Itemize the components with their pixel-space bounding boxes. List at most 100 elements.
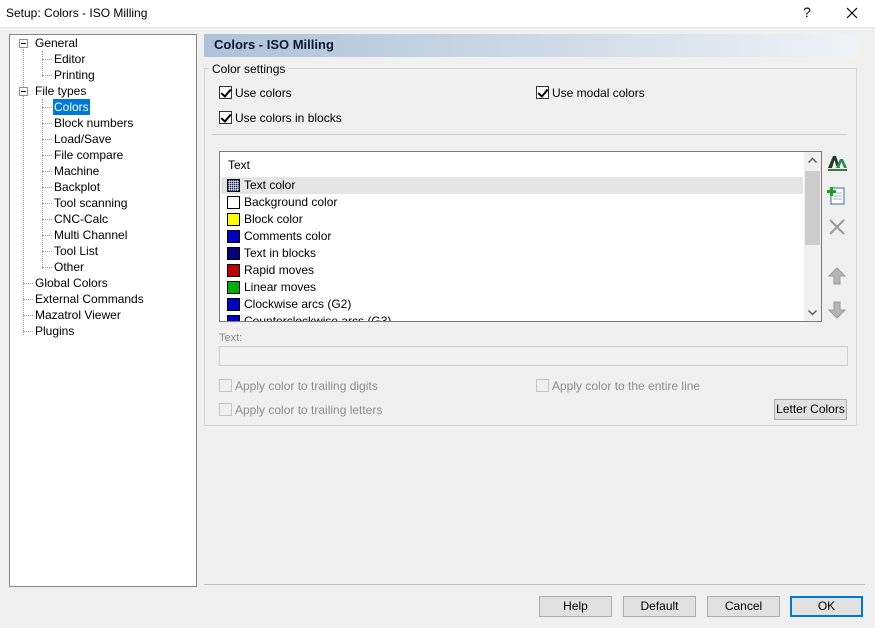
list-scrollbar[interactable] [804, 152, 821, 321]
tree-item-global-colors[interactable]: Global Colors [35, 275, 108, 291]
color-swatch [227, 196, 240, 209]
move-up-button[interactable] [825, 264, 849, 288]
list-item-label: Text color [244, 178, 296, 192]
scroll-up-button[interactable] [804, 152, 821, 169]
letters-icon [828, 156, 847, 171]
list-item-label: Counterclockwise arcs (G3) [244, 314, 392, 322]
window-title: Setup: Colors - ISO Milling [6, 6, 148, 20]
tree-connector [23, 283, 33, 284]
list-item[interactable]: Counterclockwise arcs (G3) [221, 313, 803, 322]
color-swatch [227, 264, 240, 277]
use-colors-in-blocks-label[interactable]: Use colors in blocks [235, 111, 342, 125]
tree-connector [23, 299, 33, 300]
list-item[interactable]: Rapid moves [221, 262, 803, 279]
color-list-header: Text [228, 158, 251, 172]
tree-item-backplot[interactable]: Backplot [54, 179, 100, 195]
tree-item-printing[interactable]: Printing [54, 67, 95, 83]
tree-connector [23, 331, 33, 332]
use-colors-label[interactable]: Use colors [235, 86, 292, 100]
arrow-up-icon [827, 267, 847, 285]
list-item-label: Block color [244, 212, 303, 226]
tree-connector [42, 235, 52, 236]
tree-connector [23, 315, 33, 316]
scroll-thumb[interactable] [805, 171, 820, 245]
letter-color-tool-button[interactable] [825, 150, 849, 174]
tree-item-load-save[interactable]: Load/Save [54, 131, 111, 147]
tree-item-machine[interactable]: Machine [54, 163, 99, 179]
add-document-icon [827, 187, 845, 205]
delete-color-button[interactable] [825, 215, 849, 239]
trailing-letters-label[interactable]: Apply color to trailing letters [235, 403, 382, 417]
close-icon [846, 7, 858, 19]
list-item[interactable]: Text color [221, 177, 803, 194]
settings-tree[interactable]: General Editor Printing File types Color… [9, 34, 197, 587]
text-field-label: Text: [219, 332, 243, 344]
tree-item-file-compare[interactable]: File compare [54, 147, 123, 163]
color-swatch [227, 315, 240, 321]
tree-item-editor[interactable]: Editor [54, 51, 85, 67]
use-colors-in-blocks-checkbox[interactable] [219, 111, 232, 124]
list-item-label: Text in blocks [244, 246, 317, 260]
list-item[interactable]: Block color [221, 211, 803, 228]
trailing-digits-checkbox[interactable] [219, 379, 232, 392]
page-header: Colors - ISO Milling [204, 34, 857, 57]
color-swatch [227, 247, 240, 260]
chevron-up-icon [807, 157, 818, 164]
list-item-label: Clockwise arcs (G2) [244, 297, 352, 311]
ok-button[interactable]: OK [790, 596, 863, 617]
separator [212, 134, 847, 135]
tree-connector [42, 139, 52, 140]
move-down-button[interactable] [825, 298, 849, 322]
list-item[interactable]: Comments color [221, 228, 803, 245]
tree-item-external-commands[interactable]: External Commands [35, 291, 144, 307]
title-bar: Setup: Colors - ISO Milling ? [0, 0, 875, 28]
color-list[interactable]: Text Text color Background color Block c… [219, 151, 822, 322]
text-input[interactable] [219, 346, 848, 366]
tree-connector [42, 75, 52, 76]
close-window-button[interactable] [838, 0, 866, 26]
help-button[interactable]: Help [539, 596, 612, 617]
use-colors-checkbox[interactable] [219, 86, 232, 99]
default-button[interactable]: Default [623, 596, 696, 617]
tree-item-tool-scanning[interactable]: Tool scanning [54, 195, 127, 211]
scroll-down-button[interactable] [804, 304, 821, 321]
list-item[interactable]: Clockwise arcs (G2) [221, 296, 803, 313]
delete-icon [829, 219, 845, 235]
tree-item-plugins[interactable]: Plugins [35, 323, 74, 339]
chevron-down-icon [807, 309, 818, 316]
letter-colors-button[interactable]: Letter Colors [774, 399, 847, 420]
tree-item-tool-list[interactable]: Tool List [54, 243, 98, 259]
tree-item-general[interactable]: General [35, 35, 78, 51]
cancel-button[interactable]: Cancel [707, 596, 780, 617]
trailing-letters-checkbox[interactable] [219, 403, 232, 416]
color-swatch [227, 179, 240, 192]
collapse-file-types-icon[interactable] [19, 87, 28, 96]
trailing-digits-label[interactable]: Apply color to trailing digits [235, 379, 378, 393]
tree-connector [42, 99, 43, 269]
tree-item-cnc-calc[interactable]: CNC-Calc [54, 211, 108, 227]
tree-connector [42, 155, 52, 156]
list-item-label: Comments color [244, 229, 332, 243]
tree-item-other[interactable]: Other [54, 259, 84, 275]
entire-line-label[interactable]: Apply color to the entire line [552, 379, 700, 393]
list-item[interactable]: Linear moves [221, 279, 803, 296]
help-question-icon[interactable]: ? [800, 4, 814, 20]
tree-item-file-types[interactable]: File types [35, 83, 86, 99]
add-color-button[interactable] [825, 184, 849, 208]
tree-connector [42, 187, 52, 188]
list-item[interactable]: Background color [221, 194, 803, 211]
tree-connector [42, 267, 52, 268]
tree-connector [42, 107, 52, 108]
collapse-general-icon[interactable] [19, 39, 28, 48]
tree-item-block-numbers[interactable]: Block numbers [54, 115, 133, 131]
tree-item-mazatrol-viewer[interactable]: Mazatrol Viewer [35, 307, 121, 323]
entire-line-checkbox[interactable] [536, 379, 549, 392]
tree-connector [42, 251, 52, 252]
tree-item-multi-channel[interactable]: Multi Channel [54, 227, 127, 243]
list-item[interactable]: Text in blocks [221, 245, 803, 262]
tree-connector [42, 123, 52, 124]
use-modal-colors-label[interactable]: Use modal colors [552, 86, 645, 100]
tree-item-colors[interactable]: Colors [53, 99, 90, 115]
use-modal-colors-checkbox[interactable] [536, 86, 549, 99]
tree-connector [42, 51, 43, 77]
